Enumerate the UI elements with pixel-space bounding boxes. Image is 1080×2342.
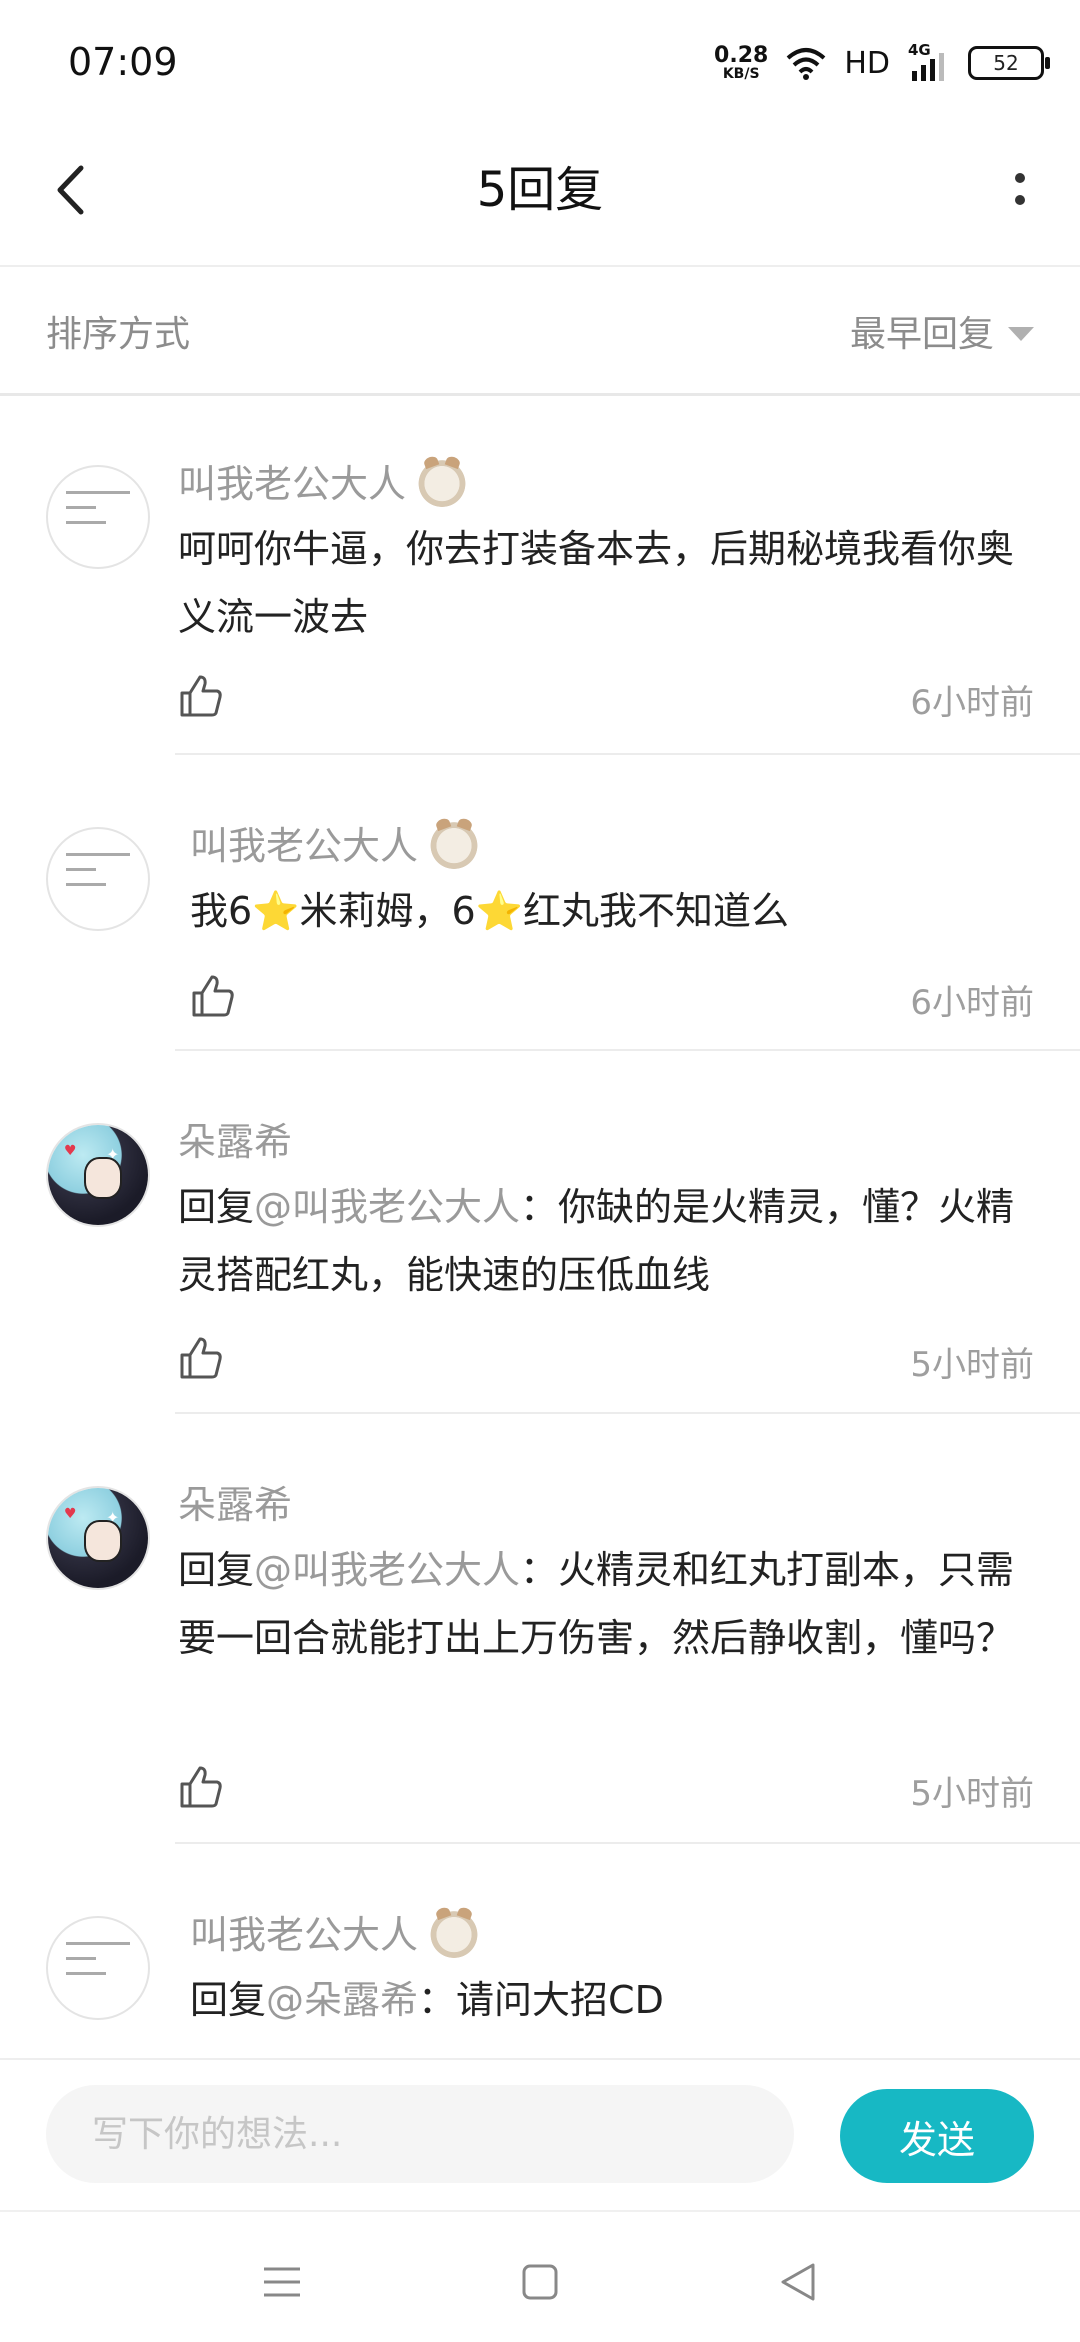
- network-speed-unit: KB/S: [722, 66, 760, 82]
- mention-link[interactable]: @朵露希: [266, 1978, 418, 2022]
- reply-text: 回复@叫我老公大人：你缺的是火精灵，懂？火精灵搭配红丸，能快速的压低血线: [178, 1173, 1038, 1309]
- star-icon: ⭐: [252, 889, 300, 933]
- reply-item: 叫我老公大人 呵呵你牛逼，你去打装备本去，后期秘境我看你奥义流一波去 6小时前: [0, 393, 1080, 755]
- system-nav-bar: [0, 2210, 1080, 2342]
- mention-link[interactable]: @叫我老公大人: [254, 1185, 520, 1229]
- sort-bar: 排序方式 最早回复: [0, 265, 1080, 396]
- caret-down-icon: [1008, 327, 1034, 341]
- reply-text-part: 米莉姆，6: [299, 889, 476, 933]
- home-button[interactable]: [510, 2252, 570, 2312]
- reply-input[interactable]: [46, 2085, 794, 2183]
- reply-prefix: 回复: [178, 1548, 255, 1592]
- star-icon: ⭐: [475, 889, 524, 933]
- wifi-icon: [787, 48, 826, 80]
- hd-indicator: HD: [844, 45, 890, 81]
- username[interactable]: 朵露希: [178, 1111, 292, 1166]
- more-vertical-icon: [1015, 173, 1025, 205]
- thumbs-up-icon[interactable]: [178, 1764, 224, 1810]
- reply-text: 呵呵你牛逼，你去打装备本去，后期秘境我看你奥义流一波去: [178, 527, 1015, 639]
- username[interactable]: 叫我老公大人: [178, 453, 406, 508]
- send-button[interactable]: 发送: [840, 2089, 1034, 2183]
- reply-text: 回复@朵露希：请问大招CD: [190, 1966, 1050, 2034]
- reply-item: ♥ ✦ 朵露希 回复@叫我老公大人：你缺的是火精灵，懂？火精灵搭配红丸，能快速的压…: [0, 1051, 1080, 1414]
- cellular-signal-icon: 4G: [908, 41, 950, 81]
- app-bar: 5回复: [0, 120, 1080, 267]
- battery-icon: 52: [968, 46, 1050, 80]
- reply-text-part: 我6: [190, 889, 253, 933]
- sort-dropdown[interactable]: 最早回复: [850, 305, 1034, 357]
- avatar[interactable]: [46, 465, 150, 569]
- user-badge-icon: [416, 454, 469, 507]
- thumbs-up-icon[interactable]: [190, 973, 236, 1019]
- reply-text-part: 红丸我不知道么: [523, 889, 790, 933]
- reply-item: 叫我老公大人 回复@朵露希：请问大招CD: [0, 1844, 1080, 2058]
- network-type: 4G: [908, 41, 931, 59]
- square-icon: [522, 2264, 558, 2300]
- user-badge-icon: [428, 816, 481, 869]
- avatar[interactable]: [46, 827, 150, 931]
- avatar[interactable]: ♥ ✦: [46, 1123, 150, 1227]
- reply-text: 回复@叫我老公大人：火精灵和红丸打副本，只需要一回合就能打出上万伤害，然后静收割…: [178, 1536, 1038, 1672]
- reply-item: ♥ ✦ 朵露希 回复@叫我老公大人：火精灵和红丸打副本，只需要一回合就能打出上万伤…: [0, 1414, 1080, 1844]
- user-badge-icon: [428, 1905, 481, 1958]
- page-title: 5回复: [476, 162, 604, 218]
- mention-link[interactable]: @叫我老公大人: [254, 1548, 520, 1592]
- menu-button[interactable]: [252, 2252, 312, 2312]
- thumbs-up-icon[interactable]: [178, 1335, 224, 1381]
- reply-prefix: 回复: [190, 1978, 267, 2022]
- avatar[interactable]: ♥ ✦: [46, 1486, 150, 1590]
- reply-item: 叫我老公大人 我6⭐米莉姆，6⭐红丸我不知道么 6小时前: [0, 755, 1080, 1051]
- reply-time: 5小时前: [910, 1774, 1034, 1814]
- triangle-back-icon: [781, 2263, 815, 2301]
- reply-time: 5小时前: [910, 1345, 1034, 1385]
- reply-text: 我6⭐米莉姆，6⭐红丸我不知道么: [190, 877, 1050, 945]
- status-icons: 0.28 KB/S HD 4G 52: [714, 38, 1050, 88]
- status-time: 07:09: [68, 40, 178, 84]
- more-options-button[interactable]: [1000, 155, 1040, 225]
- sort-selected-value: 最早回复: [849, 314, 994, 355]
- username[interactable]: 叫我老公大人: [190, 815, 418, 870]
- network-speed: 0.28 KB/S: [714, 43, 769, 82]
- reply-prefix: 回复: [178, 1185, 255, 1229]
- network-speed-value: 0.28: [714, 43, 769, 68]
- back-nav-button[interactable]: [768, 2252, 828, 2312]
- username[interactable]: 朵露希: [178, 1474, 292, 1529]
- reply-composer: 发送: [0, 2058, 1080, 2210]
- battery-level: 52: [993, 51, 1019, 75]
- sort-label: 排序方式: [46, 314, 191, 355]
- menu-icon: [264, 2267, 300, 2297]
- username[interactable]: 叫我老公大人: [190, 1904, 418, 1959]
- reply-time: 6小时前: [910, 683, 1034, 723]
- avatar[interactable]: [46, 1916, 150, 2020]
- status-bar: 07:09 0.28 KB/S HD 4G 52: [0, 0, 1080, 120]
- thumbs-up-icon[interactable]: [178, 673, 224, 719]
- reply-time: 6小时前: [910, 983, 1034, 1023]
- reply-body: ：请问大招CD: [418, 1978, 664, 2022]
